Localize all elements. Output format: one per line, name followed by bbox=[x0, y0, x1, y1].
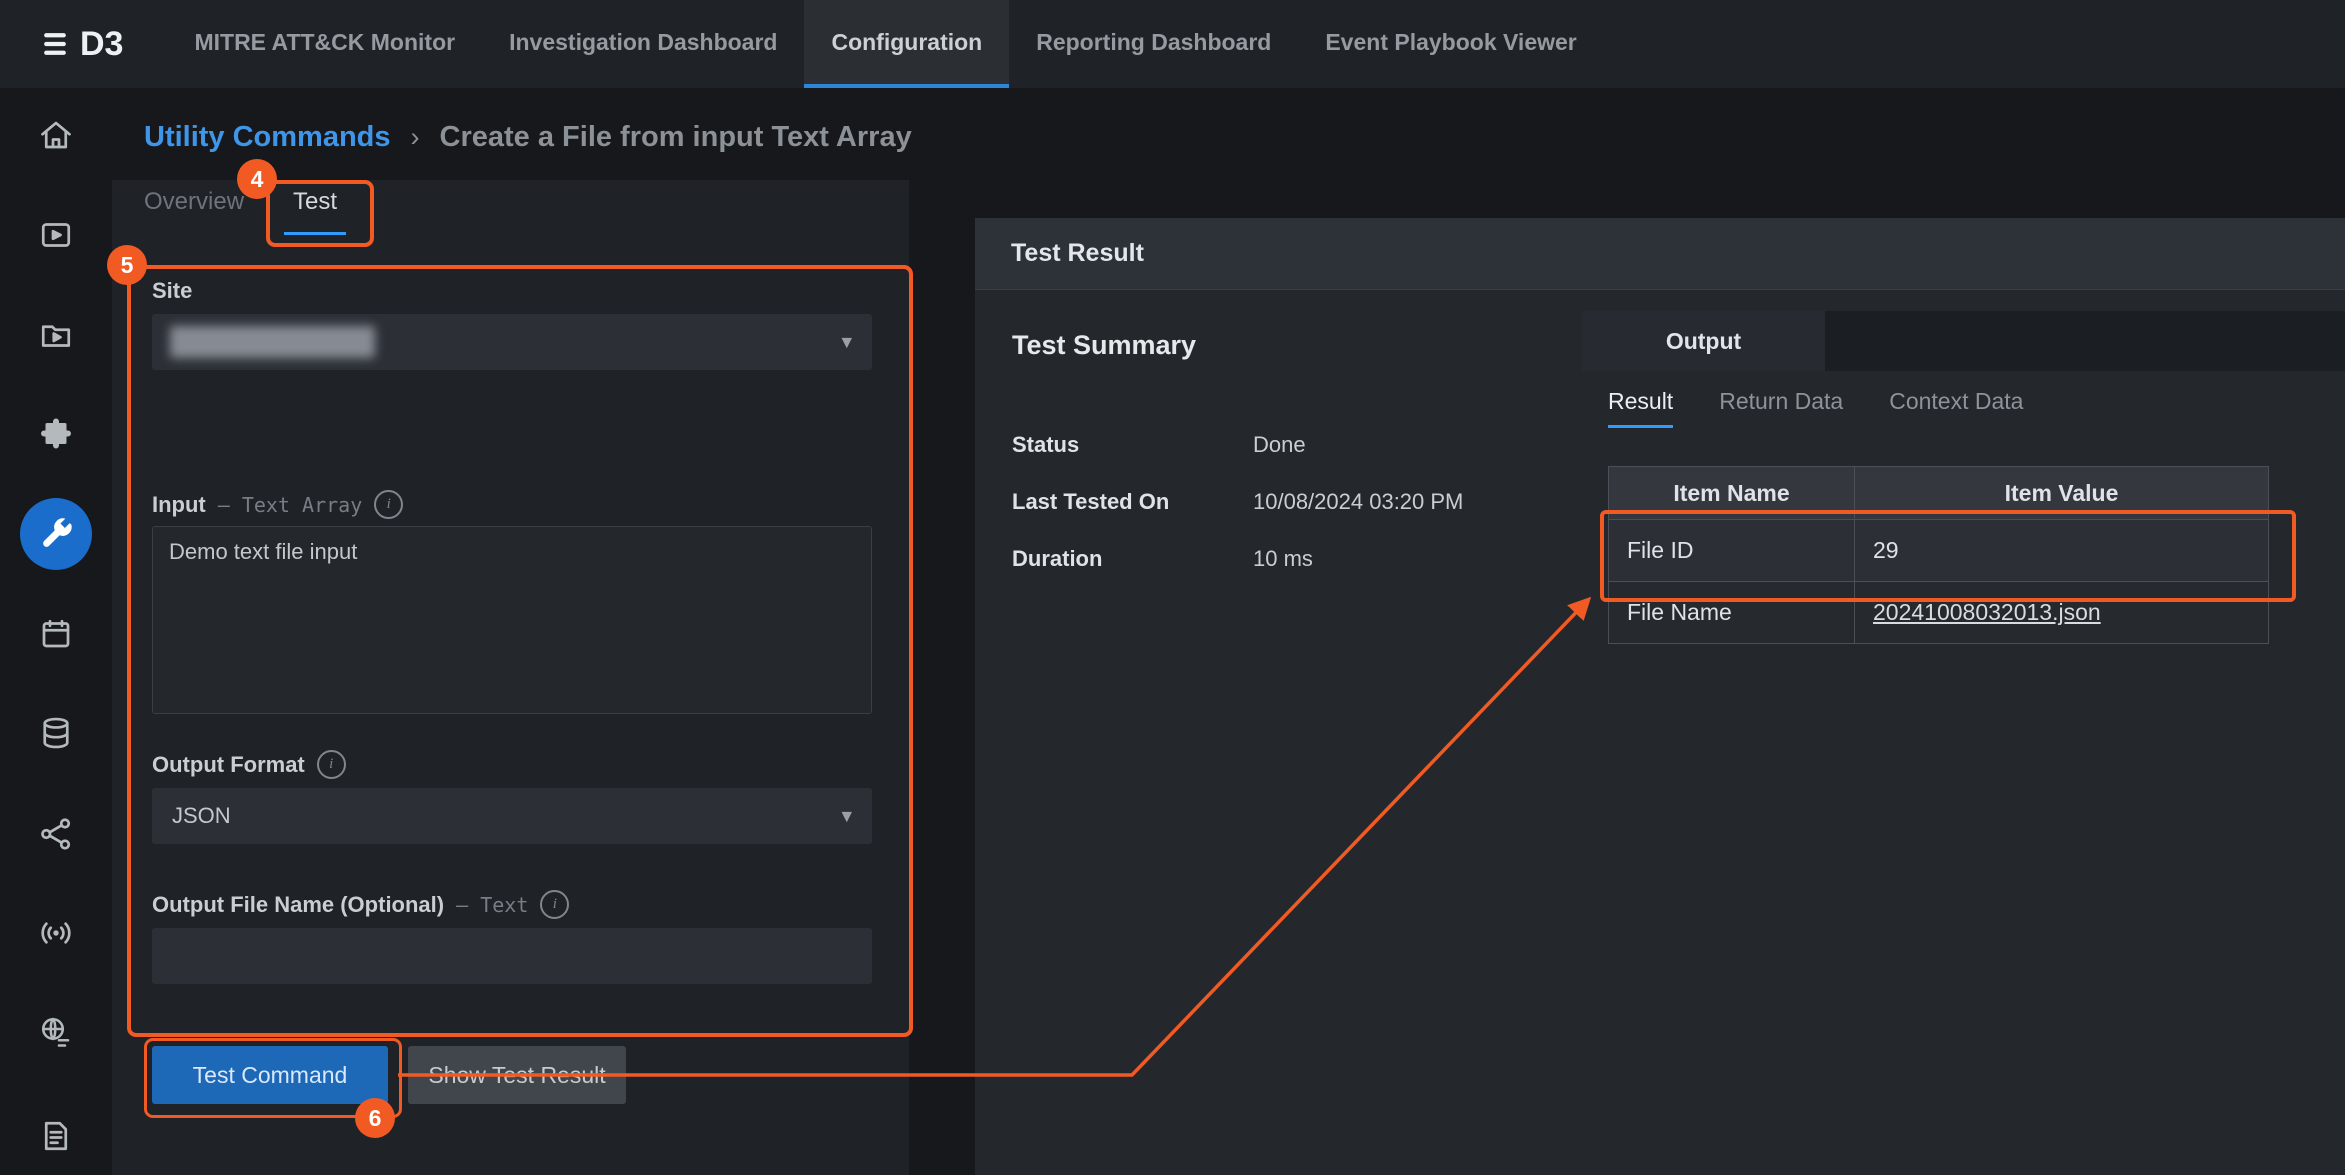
subtab-result[interactable]: Result bbox=[1608, 388, 1673, 428]
status-label: Status bbox=[1012, 432, 1253, 458]
output-file-name-label-row: Output File Name (Optional) – Text i bbox=[152, 890, 569, 919]
integrations-puzzle-icon[interactable] bbox=[38, 417, 74, 453]
site-value-redacted bbox=[170, 326, 375, 358]
breadcrumb: Utility Commands › Create a File from in… bbox=[144, 90, 912, 184]
chevron-down-icon: ▾ bbox=[841, 804, 852, 829]
d3-logo-text: D3 bbox=[80, 25, 123, 64]
database-icon[interactable] bbox=[38, 715, 74, 751]
site-label: Site bbox=[152, 278, 192, 304]
left-icon-rail bbox=[0, 88, 112, 1175]
table-row-file-id: File ID 29 bbox=[1609, 519, 2268, 581]
input-textarea[interactable]: Demo text file input bbox=[152, 526, 872, 714]
tab-test-active-underline bbox=[284, 232, 346, 235]
result-table: Item Name Item Value File ID 29 File Nam… bbox=[1608, 466, 2269, 644]
output-file-name-label: Output File Name (Optional) bbox=[152, 892, 444, 918]
share-nodes-icon[interactable] bbox=[38, 816, 74, 852]
file-name-name-cell: File Name bbox=[1609, 581, 1855, 643]
nav-investigation-dashboard[interactable]: Investigation Dashboard bbox=[482, 0, 804, 88]
input-label: Input bbox=[152, 492, 206, 518]
test-result-panel: Test Result Test Summary Status Done Las… bbox=[975, 218, 2345, 1175]
breadcrumb-chevron-icon: › bbox=[411, 122, 420, 153]
file-id-value-cell: 29 bbox=[1855, 519, 2268, 581]
top-nav: MITRE ATT&CK Monitor Investigation Dashb… bbox=[167, 0, 1603, 88]
site-field-label-row: Site bbox=[152, 278, 192, 304]
nav-event-playbook-viewer[interactable]: Event Playbook Viewer bbox=[1298, 0, 1603, 88]
input-type-hint: – Text Array bbox=[218, 493, 363, 517]
output-file-name-info-icon[interactable]: i bbox=[540, 890, 569, 919]
summary-row-status: Status Done bbox=[1012, 416, 1306, 473]
file-id-name-cell: File ID bbox=[1609, 519, 1855, 581]
subtab-context-data[interactable]: Context Data bbox=[1889, 388, 2023, 428]
result-table-header-row: Item Name Item Value bbox=[1609, 467, 2268, 519]
nav-mitre-attack-monitor[interactable]: MITRE ATT&CK Monitor bbox=[167, 0, 482, 88]
command-test-panel: Overview Test Site ▾ Input – Text Array … bbox=[112, 180, 909, 1175]
playbooks-icon[interactable] bbox=[38, 317, 74, 353]
test-summary-heading: Test Summary bbox=[1012, 330, 1196, 361]
top-nav-bar: D3 MITRE ATT&CK Monitor Investigation Da… bbox=[0, 0, 2345, 88]
file-name-link[interactable]: 20241008032013.json bbox=[1873, 599, 2101, 626]
output-file-name-input[interactable] bbox=[152, 928, 872, 984]
table-row-file-name: File Name 20241008032013.json bbox=[1609, 581, 2268, 643]
chevron-down-icon: ▾ bbox=[841, 330, 852, 355]
output-format-label-row: Output Format i bbox=[152, 750, 346, 779]
output-format-select[interactable]: JSON ▾ bbox=[152, 788, 872, 844]
tab-output[interactable]: Output bbox=[1582, 311, 1825, 371]
duration-label: Duration bbox=[1012, 546, 1253, 572]
tab-test[interactable]: Test bbox=[293, 188, 337, 216]
show-test-result-button[interactable]: Show Test Result bbox=[408, 1046, 626, 1104]
last-tested-label: Last Tested On bbox=[1012, 489, 1253, 515]
tab-overview[interactable]: Overview bbox=[144, 188, 244, 216]
d3-logo-bars-icon bbox=[40, 29, 70, 59]
output-format-label: Output Format bbox=[152, 752, 305, 778]
output-tab-strip: Output bbox=[1582, 311, 2345, 371]
last-tested-value: 10/08/2024 03:20 PM bbox=[1253, 489, 1463, 515]
file-name-value-cell: 20241008032013.json bbox=[1855, 581, 2268, 643]
nav-configuration[interactable]: Configuration bbox=[804, 0, 1009, 88]
duration-value: 10 ms bbox=[1253, 546, 1313, 572]
output-file-name-type-hint: – Text bbox=[456, 893, 528, 917]
scheduled-playbooks-icon[interactable] bbox=[38, 217, 74, 253]
header-item-name: Item Name bbox=[1609, 467, 1855, 519]
utility-commands-wrench-icon[interactable] bbox=[20, 498, 92, 570]
header-item-value: Item Value bbox=[1855, 467, 2268, 519]
audit-log-document-icon[interactable] bbox=[38, 1118, 74, 1154]
status-value: Done bbox=[1253, 432, 1306, 458]
d3-logo: D3 bbox=[40, 0, 123, 88]
test-result-header: Test Result bbox=[975, 218, 2345, 290]
test-command-button[interactable]: Test Command bbox=[152, 1046, 388, 1104]
input-info-icon[interactable]: i bbox=[374, 490, 403, 519]
subtab-return-data[interactable]: Return Data bbox=[1719, 388, 1843, 428]
page-title: Create a File from input Text Array bbox=[440, 121, 912, 154]
broadcast-icon[interactable] bbox=[38, 915, 74, 951]
app-window: D3 MITRE ATT&CK Monitor Investigation Da… bbox=[0, 0, 2345, 1175]
home-icon[interactable] bbox=[38, 117, 74, 153]
breadcrumb-utility-commands-link[interactable]: Utility Commands bbox=[144, 121, 391, 154]
site-select[interactable]: ▾ bbox=[152, 314, 872, 370]
output-format-value: JSON bbox=[172, 803, 231, 829]
result-subtabs: Result Return Data Context Data bbox=[1608, 388, 2023, 428]
nav-reporting-dashboard[interactable]: Reporting Dashboard bbox=[1009, 0, 1298, 88]
input-field-label-row: Input – Text Array i bbox=[152, 490, 403, 519]
summary-row-duration: Duration 10 ms bbox=[1012, 530, 1313, 587]
test-result-title: Test Result bbox=[1011, 239, 1144, 268]
summary-row-last-tested: Last Tested On 10/08/2024 03:20 PM bbox=[1012, 473, 1463, 530]
output-format-info-icon[interactable]: i bbox=[317, 750, 346, 779]
calendar-icon[interactable] bbox=[38, 616, 74, 652]
geolocation-globe-icon[interactable] bbox=[38, 1014, 74, 1050]
